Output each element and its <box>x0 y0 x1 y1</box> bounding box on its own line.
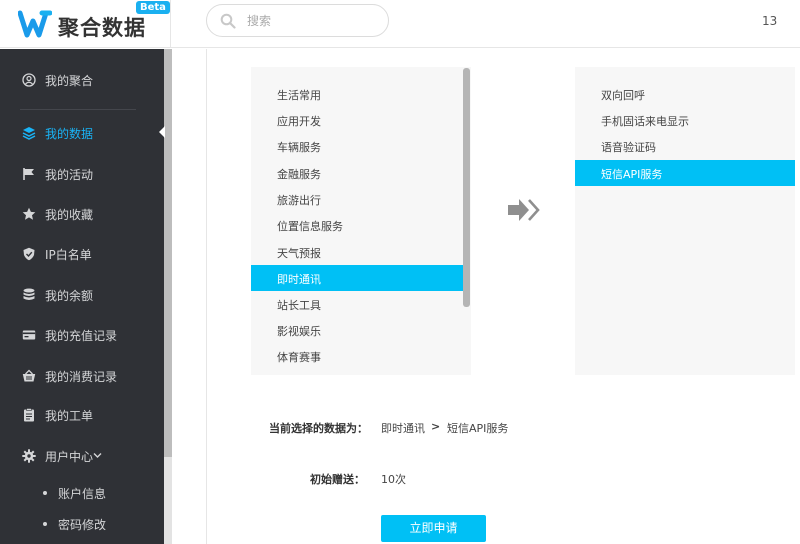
apply-now-button[interactable]: 立即申请 <box>381 515 486 542</box>
category-label: 生活常用 <box>277 89 321 102</box>
category-item-selected[interactable]: 即时通讯 <box>251 265 463 291</box>
category-label: 天气预报 <box>277 247 321 260</box>
category-label: 车辆服务 <box>277 141 321 154</box>
api-item[interactable]: 双向回呼 <box>575 81 795 107</box>
sidebar-item-my-activity[interactable]: 我的活动 <box>0 154 165 194</box>
selection-separator: > <box>431 420 441 433</box>
layers-icon <box>22 127 36 140</box>
category-item[interactable]: 影视娱乐 <box>251 317 463 343</box>
search-box[interactable] <box>206 4 389 37</box>
sidebar-item-label: 我的收藏 <box>45 208 94 222</box>
category-item[interactable]: 站长工具 <box>251 291 463 317</box>
sidebar-item-label: 我的充值记录 <box>45 329 118 343</box>
brand-logo[interactable]: 聚合数据 Beta <box>18 1 170 42</box>
sidebar-item-my-balance[interactable]: 我的余额 <box>0 275 165 315</box>
sidebar-item-user-center[interactable]: 用户中心 <box>0 436 165 476</box>
sidebar-item-my-tickets[interactable]: 我的工单 <box>0 395 165 435</box>
category-list-scrollbar[interactable] <box>463 68 470 307</box>
sidebar-subitem-change-password[interactable]: 密码修改 <box>0 510 165 538</box>
clipboard-icon <box>24 408 34 422</box>
content-left-border <box>206 49 207 544</box>
current-category-value: 即时通讯 <box>381 422 425 435</box>
category-item[interactable]: 旅游出行 <box>251 186 463 212</box>
sidebar-item-label: 我的数据 <box>45 127 94 141</box>
logo-mark-icon <box>18 10 52 38</box>
category-label: 体育赛事 <box>277 351 321 364</box>
api-label: 手机固话来电显示 <box>601 115 689 128</box>
sidebar-item-label: 用户中心 <box>45 450 94 464</box>
category-item[interactable]: 应用开发 <box>251 107 463 133</box>
sidebar-item-my-juhe[interactable]: 我的聚合 <box>0 60 165 100</box>
sidebar-item-label: 我的聚合 <box>45 74 94 88</box>
flag-icon <box>23 168 34 180</box>
category-label: 金融服务 <box>277 168 321 181</box>
sidebar-subitem-label: 账户信息 <box>58 487 107 501</box>
top-header: 聚合数据 Beta 13 <box>0 0 800 48</box>
api-label: 语音验证码 <box>601 141 656 154</box>
active-item-caret <box>159 126 165 138</box>
sidebar-subitem-label: 密码修改 <box>58 518 107 532</box>
beta-badge: Beta <box>136 1 170 14</box>
sidebar-item-ip-whitelist[interactable]: IP白名单 <box>0 234 165 274</box>
header-user-text[interactable]: 13 <box>762 14 777 28</box>
sidebar-divider <box>20 109 136 110</box>
gift-value: 10次 <box>381 473 406 486</box>
brand-name: 聚合数据 <box>58 16 146 40</box>
sidebar-item-label: 我的活动 <box>45 168 94 182</box>
category-label: 即时通讯 <box>277 273 321 286</box>
category-item[interactable]: 体育赛事 <box>251 343 463 369</box>
user-circle-icon <box>22 73 36 87</box>
current-selection-label: 当前选择的数据为： <box>269 422 368 435</box>
category-item[interactable]: 生活常用 <box>251 81 463 107</box>
sidebar-subitem-account-info[interactable]: 账户信息 <box>0 479 165 507</box>
credit-card-icon <box>22 330 36 340</box>
chevron-down-icon <box>93 453 102 458</box>
api-label: 双向回呼 <box>601 89 645 102</box>
category-label: 站长工具 <box>277 299 321 312</box>
category-label: 影视娱乐 <box>277 325 321 338</box>
category-label: 旅游出行 <box>277 194 321 207</box>
api-item-selected[interactable]: 短信API服务 <box>575 160 795 186</box>
sidebar-item-label: 我的工单 <box>45 409 94 423</box>
search-input[interactable] <box>247 11 377 31</box>
sidebar-item-label: IP白名单 <box>45 248 92 262</box>
sidebar-item-recharge-records[interactable]: 我的充值记录 <box>0 315 165 355</box>
category-item[interactable]: 天气预报 <box>251 239 463 265</box>
star-icon <box>22 207 36 220</box>
sidebar-scrollbar-thumb[interactable] <box>164 49 172 457</box>
category-item[interactable]: 金融服务 <box>251 160 463 186</box>
category-list-panel: 生活常用 应用开发 车辆服务 金融服务 旅游出行 位置信息服务 天气预报 即时通… <box>251 67 471 375</box>
bullet-dot-icon <box>43 522 47 526</box>
sidebar-item-my-data[interactable]: 我的数据 <box>0 113 165 153</box>
category-label: 位置信息服务 <box>277 220 343 233</box>
category-item[interactable]: 车辆服务 <box>251 133 463 159</box>
api-list-panel: 双向回呼 手机固话来电显示 语音验证码 短信API服务 <box>575 67 795 375</box>
api-item[interactable]: 手机固话来电显示 <box>575 107 795 133</box>
database-icon <box>23 288 35 300</box>
double-arrow-right-icon <box>508 199 540 221</box>
current-api-value: 短信API服务 <box>447 422 509 435</box>
api-label: 短信API服务 <box>601 168 663 181</box>
gift-label: 初始赠送： <box>310 473 365 486</box>
sidebar-item-consumption-records[interactable]: 我的消费记录 <box>0 356 165 396</box>
category-item[interactable]: 位置信息服务 <box>251 212 463 238</box>
shield-icon <box>23 247 35 261</box>
sidebar-item-label: 我的余额 <box>45 289 94 303</box>
header-divider <box>170 0 171 48</box>
sidebar-item-my-favorites[interactable]: 我的收藏 <box>0 194 165 234</box>
search-icon <box>220 13 236 29</box>
shopping-basket-icon <box>22 369 36 382</box>
sidebar-item-label: 我的消费记录 <box>45 370 118 384</box>
gear-icon <box>22 449 36 463</box>
api-item[interactable]: 语音验证码 <box>575 133 795 159</box>
bullet-dot-icon <box>43 491 47 495</box>
category-label: 应用开发 <box>277 115 321 128</box>
